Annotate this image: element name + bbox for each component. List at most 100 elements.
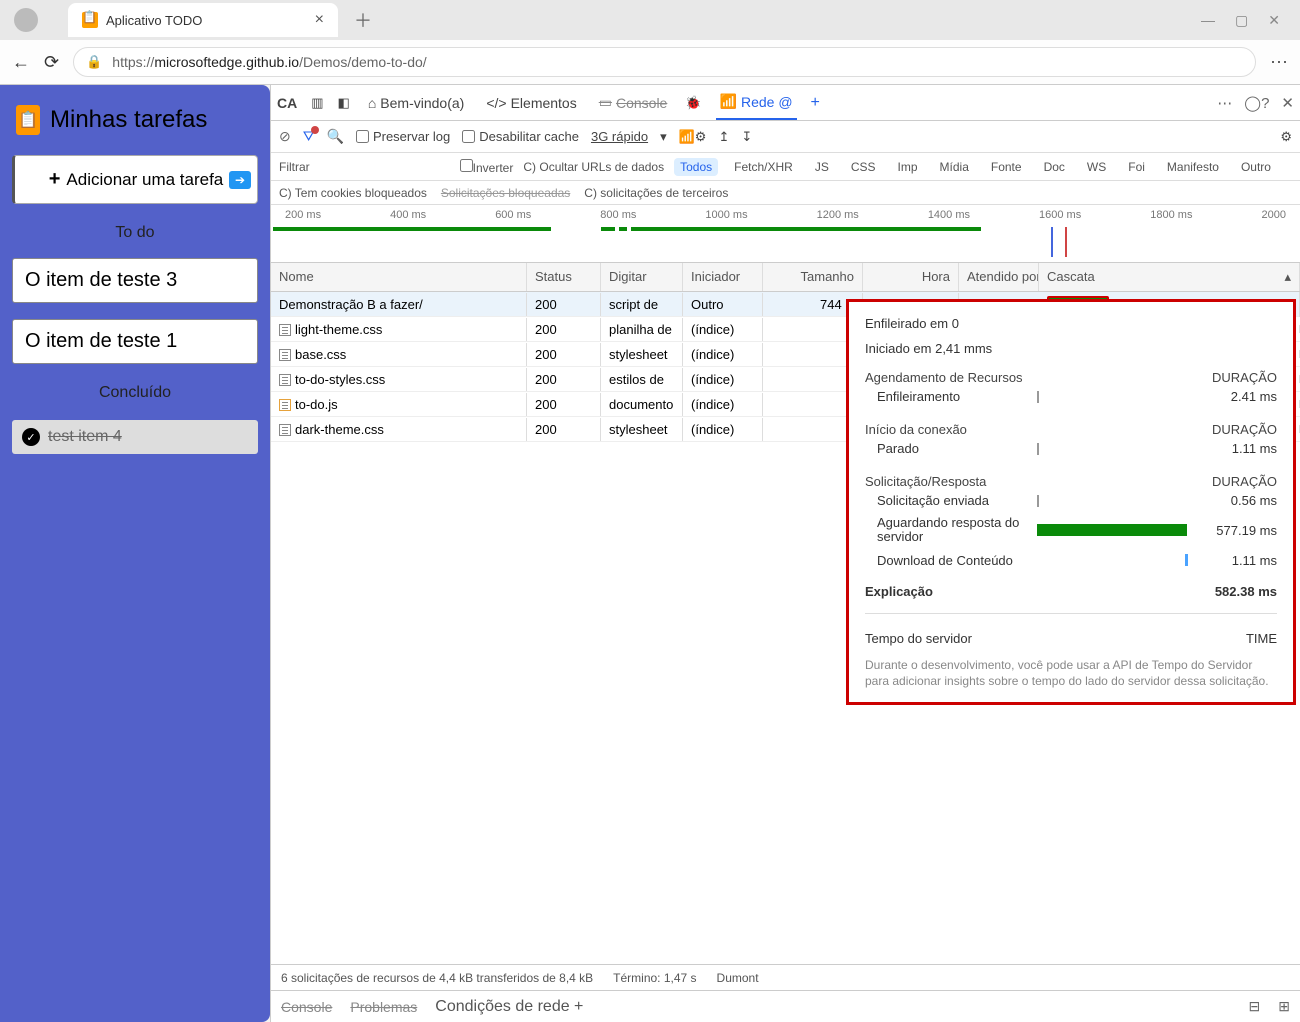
todo-app-panel: Minhas tarefas + Adicionar uma tarefa ➔ … — [0, 85, 270, 1022]
file-icon — [279, 324, 291, 336]
submit-arrow-icon: ➔ — [229, 171, 251, 189]
close-tab-icon[interactable]: × — [315, 11, 324, 29]
help-button[interactable]: ◯? — [1244, 94, 1269, 112]
timeline-overview[interactable]: 200 ms 400 ms 600 ms 800 ms 1000 ms 1200… — [271, 205, 1300, 263]
disable-cache-input[interactable] — [462, 130, 475, 143]
stop-recording-icon[interactable]: ⊘ — [279, 128, 291, 145]
table-header: Nome Status Digitar Iniciador Tamanho Ho… — [271, 263, 1300, 292]
profile-avatar[interactable] — [14, 8, 38, 32]
filter-type[interactable]: Fetch/XHR — [728, 158, 799, 176]
done-heading: Concluído — [12, 384, 258, 402]
drawer-tab-bar: Console Problemas Condições de rede + ⊟ … — [271, 990, 1300, 1022]
close-devtools-button[interactable]: ✕ — [1281, 94, 1294, 112]
filter-type[interactable]: WS — [1081, 158, 1112, 176]
more-tools-button[interactable]: ⋯ — [1217, 94, 1232, 112]
network-toolbar: ⊘ ⛛ 🔍 Preservar log Desabilitar cache 3G… — [271, 121, 1300, 153]
col-status[interactable]: Status — [527, 263, 601, 291]
filter-type[interactable]: Manifesto — [1161, 158, 1225, 176]
filter-type[interactable]: Doc — [1038, 158, 1071, 176]
invert-checkbox[interactable]: Inverter — [460, 159, 514, 175]
dock-side-icon[interactable]: ◧ — [338, 95, 350, 111]
browser-menu-button[interactable]: ⋯ — [1270, 52, 1288, 73]
devtools-panel: CA ▥ ◧ ⌂Bem-vindo(a) </>Elementos ▭Conso… — [270, 85, 1300, 1022]
expand-drawer-icon[interactable]: ⊞ — [1278, 998, 1290, 1015]
url-bar[interactable]: 🔒 https://microsoftedge.github.io/Demos/… — [73, 47, 1256, 77]
back-button[interactable]: ← — [12, 52, 30, 73]
preserve-log-checkbox[interactable]: Preservar log — [356, 129, 450, 144]
todo-item[interactable]: O item de teste 1 — [12, 319, 258, 364]
filter-label[interactable]: Filtrar — [279, 160, 310, 174]
drawer-tab-console[interactable]: Console — [281, 999, 332, 1015]
filter-type[interactable]: Fonte — [985, 158, 1028, 176]
minimize-button[interactable]: — — [1201, 12, 1215, 29]
file-icon — [279, 424, 291, 436]
wifi-icon: 📶 — [720, 93, 737, 110]
filter-type[interactable]: Outro — [1235, 158, 1277, 176]
new-tab-button[interactable]: ＋ — [354, 7, 372, 33]
network-conditions-icon[interactable]: 📶⚙ — [679, 129, 707, 145]
col-size[interactable]: Tamanho — [763, 263, 863, 291]
file-icon — [279, 349, 291, 361]
add-task-button[interactable]: + Adicionar uma tarefa ➔ — [12, 155, 258, 204]
filter-type[interactable]: CSS — [845, 158, 882, 176]
blocked-requests-filter[interactable]: Solicitações bloqueadas — [441, 186, 570, 200]
file-icon — [279, 399, 291, 411]
filter-type[interactable]: Mídia — [934, 158, 975, 176]
todo-item[interactable]: O item de teste 3 — [12, 258, 258, 303]
queued-at: Enfileirado em 0 — [865, 316, 1277, 331]
disable-cache-checkbox[interactable]: Desabilitar cache — [462, 129, 579, 144]
brackets-icon: </> — [486, 95, 506, 111]
clear-icon[interactable]: ⛛ — [303, 128, 315, 145]
devtools-tab-bar: CA ▥ ◧ ⌂Bem-vindo(a) </>Elementos ▭Conso… — [271, 85, 1300, 121]
settings-gear-icon[interactable]: ⚙ — [1280, 129, 1292, 145]
file-icon — [279, 374, 291, 386]
throttling-select[interactable]: 3G rápido — [591, 129, 648, 144]
maximize-button[interactable]: ▢ — [1235, 12, 1248, 29]
address-bar-row: ← ⟳ 🔒 https://microsoftedge.github.io/De… — [0, 40, 1300, 84]
more-tabs-button[interactable]: + — [811, 94, 820, 112]
close-window-button[interactable]: ✕ — [1268, 12, 1280, 29]
app-title: Minhas tarefas — [50, 106, 207, 134]
export-har-icon[interactable]: ↧ — [741, 129, 752, 145]
col-time[interactable]: Hora — [863, 263, 959, 291]
app-header: Minhas tarefas — [12, 97, 258, 143]
add-task-label: Adicionar uma tarefa — [66, 170, 223, 190]
search-icon[interactable]: 🔍 — [327, 128, 344, 145]
tab-console[interactable]: ▭Console — [595, 85, 672, 120]
col-initiator[interactable]: Iniciador — [683, 263, 763, 291]
col-waterfall[interactable]: Cascata ▴ — [1039, 263, 1300, 291]
filter-type[interactable]: Foi — [1122, 158, 1151, 176]
preserve-log-input[interactable] — [356, 130, 369, 143]
issues-icon[interactable]: ⊟ — [1249, 998, 1261, 1015]
hide-data-urls[interactable]: C) Ocultar URLs de dados — [523, 160, 664, 174]
browser-chrome: Aplicativo TODO × ＋ — ▢ ✕ ← ⟳ 🔒 https://… — [0, 0, 1300, 85]
drawer-tab-network-conditions[interactable]: Condições de rede + — [435, 998, 583, 1016]
requests-summary: 6 solicitações de recursos de 4,4 kB tra… — [281, 971, 593, 985]
cookies-filter[interactable]: C) Tem cookies bloqueados — [279, 186, 427, 200]
chevron-down-icon[interactable]: ▾ — [660, 129, 667, 145]
tab-network[interactable]: 📶Rede @ — [716, 85, 797, 120]
timing-tooltip: Enfileirado em 0 Iniciado em 2,41 mms Ag… — [846, 299, 1296, 705]
col-type[interactable]: Digitar — [601, 263, 683, 291]
filter-type[interactable]: Imp — [892, 158, 924, 176]
finish-time: Término: 1,47 s — [613, 971, 696, 985]
started-at: Iniciado em 2,41 mms — [865, 341, 1277, 356]
drawer-tab-problems[interactable]: Problemas — [350, 999, 417, 1015]
third-party-filter[interactable]: C) solicitações de terceiros — [584, 186, 728, 200]
filter-type-all[interactable]: Todos — [674, 158, 718, 176]
filter-type[interactable]: JS — [809, 158, 835, 176]
import-har-icon[interactable]: ↥ — [718, 129, 729, 145]
col-name[interactable]: Nome — [271, 263, 527, 291]
device-emulation-icon[interactable]: ▥ — [311, 95, 323, 111]
tab-elements[interactable]: </>Elementos — [482, 85, 580, 120]
col-fulfilled[interactable]: Atendido por — [959, 263, 1039, 291]
done-item-label: test item 4 — [48, 428, 122, 446]
requests-table: Nome Status Digitar Iniciador Tamanho Ho… — [271, 263, 1300, 964]
clipboard-icon — [16, 105, 40, 135]
accessibility-badge[interactable]: CA — [277, 95, 297, 111]
done-item[interactable]: ✓ test item 4 — [12, 420, 258, 454]
bug-icon[interactable]: 🐞 — [685, 95, 701, 111]
tab-welcome[interactable]: ⌂Bem-vindo(a) — [364, 85, 469, 120]
refresh-button[interactable]: ⟳ — [44, 52, 59, 73]
browser-tab[interactable]: Aplicativo TODO × — [68, 3, 338, 37]
